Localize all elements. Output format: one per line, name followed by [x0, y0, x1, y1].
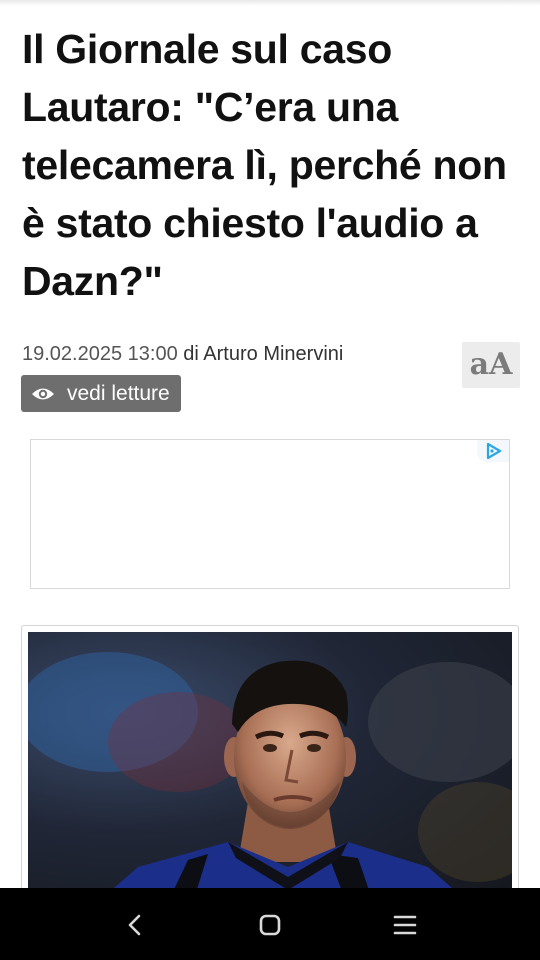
menu-lines-icon[interactable] — [388, 908, 422, 942]
system-navigation-bar — [0, 888, 540, 960]
ad-placeholder[interactable] — [30, 439, 510, 589]
article-date: 19.02.2025 13:00 — [22, 343, 178, 365]
article-photo — [28, 632, 512, 902]
view-reads-label: vedi letture — [67, 381, 170, 405]
article-author[interactable]: Arturo Minervini — [203, 343, 343, 365]
top-edge-shadow — [0, 0, 540, 6]
home-square-icon[interactable] — [253, 908, 287, 942]
back-chevron-icon[interactable] — [118, 908, 152, 942]
article-image-card[interactable] — [21, 625, 519, 902]
font-size-button[interactable]: aA — [462, 342, 520, 388]
adchoices-icon[interactable] — [477, 440, 509, 462]
article-headline: Il Giornale sul caso Lautaro: "C’era una… — [22, 26, 507, 304]
article-meta: 19.02.2025 13:00 di Arturo Minervini — [22, 343, 343, 366]
view-reads-button[interactable]: vedi letture — [21, 375, 181, 412]
author-prefix: di — [183, 343, 199, 365]
eye-icon — [32, 388, 54, 399]
